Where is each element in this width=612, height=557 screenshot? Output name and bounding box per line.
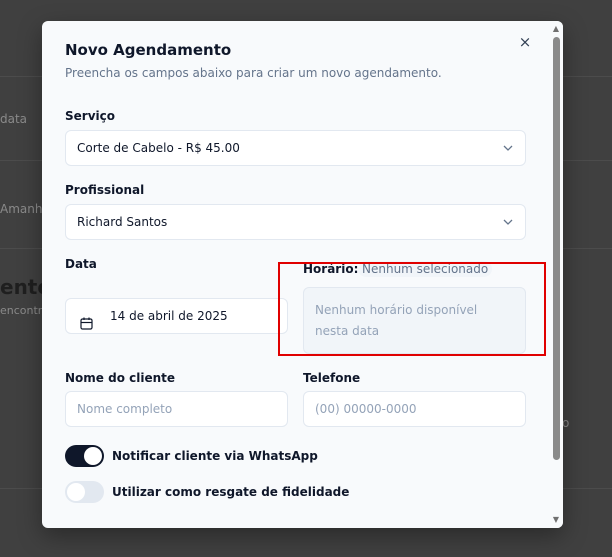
service-label: Serviço <box>65 109 115 123</box>
date-value: 14 de abril de 2025 <box>110 309 228 323</box>
notify-whatsapp-label: Notificar cliente via WhatsApp <box>112 449 318 463</box>
professional-label: Profissional <box>65 183 145 197</box>
background-text: o <box>562 416 570 430</box>
client-name-placeholder: Nome completo <box>77 402 173 416</box>
dialog-title: Novo Agendamento <box>65 41 232 59</box>
service-value: Corte de Cabelo - R$ 45.00 <box>77 141 240 155</box>
toggle-knob <box>84 447 102 465</box>
scroll-up-icon[interactable]: ▲ <box>551 24 561 34</box>
close-icon[interactable]: × <box>517 33 533 51</box>
client-name-input[interactable]: Nome completo <box>65 391 288 427</box>
professional-value: Richard Santos <box>77 215 168 229</box>
dialog-description: Preencha os campos abaixo para criar um … <box>65 66 442 80</box>
service-select[interactable]: Corte de Cabelo - R$ 45.00 <box>65 130 526 166</box>
loyalty-redeem-toggle[interactable] <box>65 481 104 503</box>
new-appointment-dialog: Novo Agendamento Preencha os campos abai… <box>42 21 563 528</box>
highlight-box <box>278 262 546 356</box>
background-text: data <box>0 112 28 126</box>
chevron-down-icon <box>503 205 513 239</box>
background-text: encontr <box>0 304 43 317</box>
scrollbar-thumb[interactable] <box>553 37 560 460</box>
phone-input[interactable]: (00) 00000-0000 <box>303 391 526 427</box>
client-name-label: Nome do cliente <box>65 371 176 385</box>
date-picker-button[interactable]: 14 de abril de 2025 <box>65 298 288 334</box>
loyalty-redeem-label: Utilizar como resgate de fidelidade <box>112 485 350 499</box>
toggle-knob <box>67 483 85 501</box>
chevron-down-icon <box>503 131 513 165</box>
scroll-down-icon[interactable]: ▼ <box>551 515 561 525</box>
date-label: Data <box>65 257 97 271</box>
professional-select[interactable]: Richard Santos <box>65 204 526 240</box>
calendar-icon <box>80 309 93 330</box>
phone-placeholder: (00) 00000-0000 <box>315 402 417 416</box>
notify-whatsapp-toggle[interactable] <box>65 445 104 467</box>
phone-label: Telefone <box>303 371 361 385</box>
dialog-scrollbar[interactable]: ▲ ▼ <box>549 21 563 528</box>
